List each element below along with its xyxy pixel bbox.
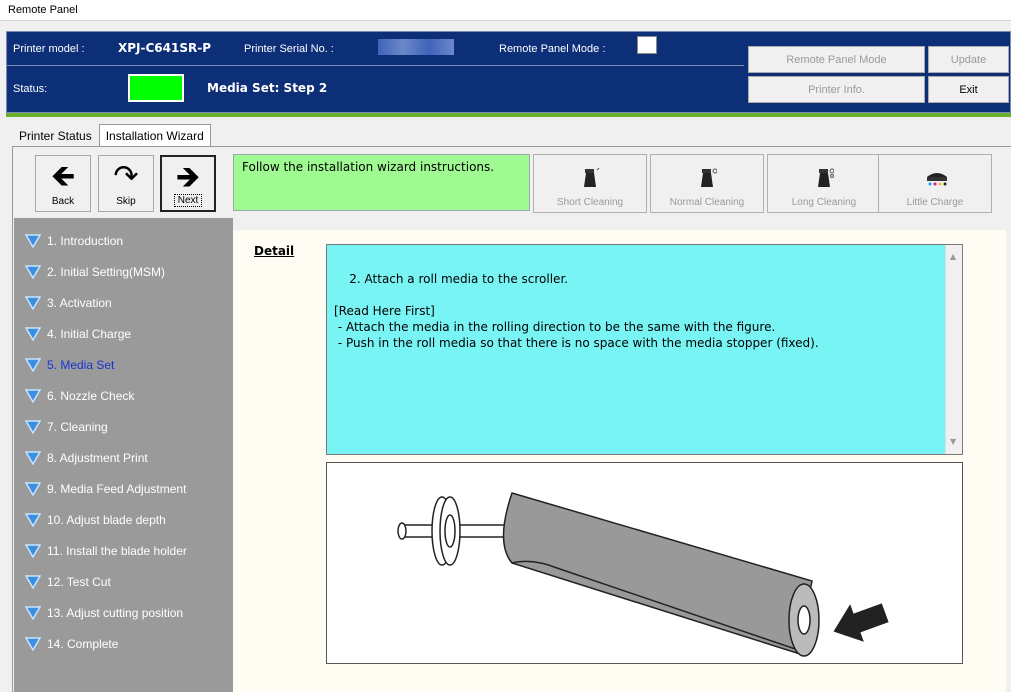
wizard-step-item[interactable]: 13. Adjust cutting position bbox=[14, 598, 233, 628]
step-triangle-icon bbox=[25, 637, 41, 651]
next-label: Next bbox=[173, 194, 203, 207]
short-cleaning-button[interactable]: Short Cleaning bbox=[533, 154, 647, 213]
printer-model-label: Printer model : bbox=[13, 43, 85, 55]
wizard-step-label: 11. Install the blade holder bbox=[47, 544, 187, 558]
long-cleaning-button[interactable]: Long Cleaning bbox=[767, 154, 881, 213]
wizard-step-item[interactable]: 10. Adjust blade depth bbox=[14, 505, 233, 535]
step-triangle-icon bbox=[25, 606, 41, 620]
header-accent-strip bbox=[6, 113, 1011, 117]
wizard-step-label: 10. Adjust blade depth bbox=[47, 513, 166, 527]
wizard-step-label: 13. Adjust cutting position bbox=[47, 606, 184, 620]
detail-text[interactable]: 2. Attach a roll media to the scroller. … bbox=[326, 244, 963, 455]
printer-model-value: XPJ-C641SR-P bbox=[118, 41, 212, 55]
long-cleaning-label: Long Cleaning bbox=[791, 197, 857, 208]
detail-label: Detail bbox=[254, 244, 295, 258]
wizard-steps-list: 1. Introduction 2. Initial Setting(MSM) 3.… bbox=[14, 218, 233, 692]
step-triangle-icon bbox=[25, 265, 41, 279]
little-charge-label: Little Charge bbox=[906, 197, 964, 208]
wizard-step-item[interactable]: 2. Initial Setting(MSM) bbox=[14, 257, 233, 287]
step-triangle-icon bbox=[25, 575, 41, 589]
wizard-step-label: 1. Introduction bbox=[47, 234, 124, 248]
step-triangle-icon bbox=[25, 451, 41, 465]
wizard-step-label: 12. Test Cut bbox=[47, 575, 111, 589]
wizard-step-label: 5. Media Set bbox=[47, 358, 115, 372]
step-triangle-icon bbox=[25, 358, 41, 372]
wizard-step-label: 7. Cleaning bbox=[47, 420, 108, 434]
roll-media-illustration bbox=[326, 462, 963, 664]
tab-bar: Printer Status Installation Wizard bbox=[12, 124, 211, 148]
wizard-step-item[interactable]: 11. Install the blade holder bbox=[14, 536, 233, 566]
detail-text-content: 2. Attach a roll media to the scroller. … bbox=[334, 272, 819, 350]
printer-info-button[interactable]: Printer Info. bbox=[748, 76, 925, 103]
wizard-step-item[interactable]: 8. Adjustment Print bbox=[14, 443, 233, 473]
tab-installation-wizard[interactable]: Installation Wizard bbox=[98, 124, 211, 148]
status-text: Media Set: Step 2 bbox=[207, 81, 328, 95]
status-label: Status: bbox=[13, 83, 48, 95]
redo-arrow-icon: ↷ bbox=[113, 159, 139, 194]
little-charge-button[interactable]: Little Charge bbox=[878, 154, 992, 213]
step-triangle-icon bbox=[25, 296, 41, 310]
arrow-left-icon: 🡸 bbox=[50, 159, 76, 194]
next-button[interactable]: 🡺 Next bbox=[160, 155, 216, 212]
scroll-down-icon[interactable]: ▼ bbox=[950, 434, 956, 450]
normal-cleaning-button[interactable]: Normal Cleaning bbox=[650, 154, 764, 213]
arrow-right-icon: 🡺 bbox=[175, 160, 201, 195]
wizard-step-item[interactable]: 5. Media Set bbox=[14, 350, 233, 380]
tab-printer-status[interactable]: Printer Status bbox=[12, 124, 99, 146]
step-triangle-icon bbox=[25, 234, 41, 248]
printer-serial-label: Printer Serial No. : bbox=[244, 43, 334, 55]
printer-header: Printer model : XPJ-C641SR-P Printer Ser… bbox=[6, 31, 1011, 113]
wizard-step-label: 8. Adjustment Print bbox=[47, 451, 148, 465]
remote-panel-mode-indicator bbox=[637, 36, 657, 54]
normal-cleaning-label: Normal Cleaning bbox=[669, 197, 745, 208]
remote-panel-mode-button[interactable]: Remote Panel Mode bbox=[748, 46, 925, 73]
back-label: Back bbox=[51, 196, 75, 207]
cleaning-head-icon bbox=[701, 168, 717, 187]
detail-area: Detail 2. Attach a roll media to the scr… bbox=[233, 230, 1006, 692]
cleaning-head-icon bbox=[584, 167, 600, 187]
wizard-step-label: 2. Initial Setting(MSM) bbox=[47, 265, 166, 279]
short-cleaning-label: Short Cleaning bbox=[556, 197, 624, 208]
skip-label: Skip bbox=[116, 196, 136, 207]
exit-button[interactable]: Exit bbox=[928, 76, 1009, 103]
step-triangle-icon bbox=[25, 389, 41, 403]
wizard-step-label: 14. Complete bbox=[47, 637, 119, 651]
step-triangle-icon bbox=[25, 544, 41, 558]
cleaning-head-icon bbox=[818, 168, 834, 187]
status-indicator-light bbox=[128, 74, 184, 102]
wizard-step-label: 6. Nozzle Check bbox=[47, 389, 135, 403]
step-triangle-icon bbox=[25, 482, 41, 496]
wizard-message: Follow the installation wizard instructi… bbox=[233, 154, 530, 211]
update-button[interactable]: Update bbox=[928, 46, 1009, 73]
ink-charge-icon bbox=[927, 173, 947, 186]
window-title: Remote Panel bbox=[0, 0, 1011, 21]
scroll-up-icon[interactable]: ▲ bbox=[950, 249, 956, 265]
wizard-step-item[interactable]: 7. Cleaning bbox=[14, 412, 233, 442]
serial-number-masked bbox=[378, 39, 454, 55]
wizard-step-label: 3. Activation bbox=[47, 296, 112, 310]
wizard-step-item[interactable]: 3. Activation bbox=[14, 288, 233, 318]
skip-button[interactable]: ↷ Skip bbox=[98, 155, 154, 212]
header-info-row: Printer model : XPJ-C641SR-P Printer Ser… bbox=[7, 32, 744, 66]
back-button[interactable]: 🡸 Back bbox=[35, 155, 91, 212]
wizard-step-item[interactable]: 1. Introduction bbox=[14, 226, 233, 256]
header-status-row: Status: Media Set: Step 2 bbox=[7, 67, 744, 112]
wizard-step-item[interactable]: 6. Nozzle Check bbox=[14, 381, 233, 411]
step-triangle-icon bbox=[25, 327, 41, 341]
step-triangle-icon bbox=[25, 513, 41, 527]
step-triangle-icon bbox=[25, 420, 41, 434]
wizard-step-label: 4. Initial Charge bbox=[47, 327, 132, 341]
wizard-step-item[interactable]: 14. Complete bbox=[14, 629, 233, 659]
wizard-step-item[interactable]: 12. Test Cut bbox=[14, 567, 233, 597]
wizard-step-label: 9. Media Feed Adjustment bbox=[47, 482, 187, 496]
wizard-step-item[interactable]: 9. Media Feed Adjustment bbox=[14, 474, 233, 504]
remote-panel-mode-label: Remote Panel Mode : bbox=[499, 43, 606, 55]
roll-media-figure bbox=[397, 492, 889, 657]
detail-scrollbar[interactable]: ▲ ▼ bbox=[945, 245, 962, 454]
wizard-step-item[interactable]: 4. Initial Charge bbox=[14, 319, 233, 349]
